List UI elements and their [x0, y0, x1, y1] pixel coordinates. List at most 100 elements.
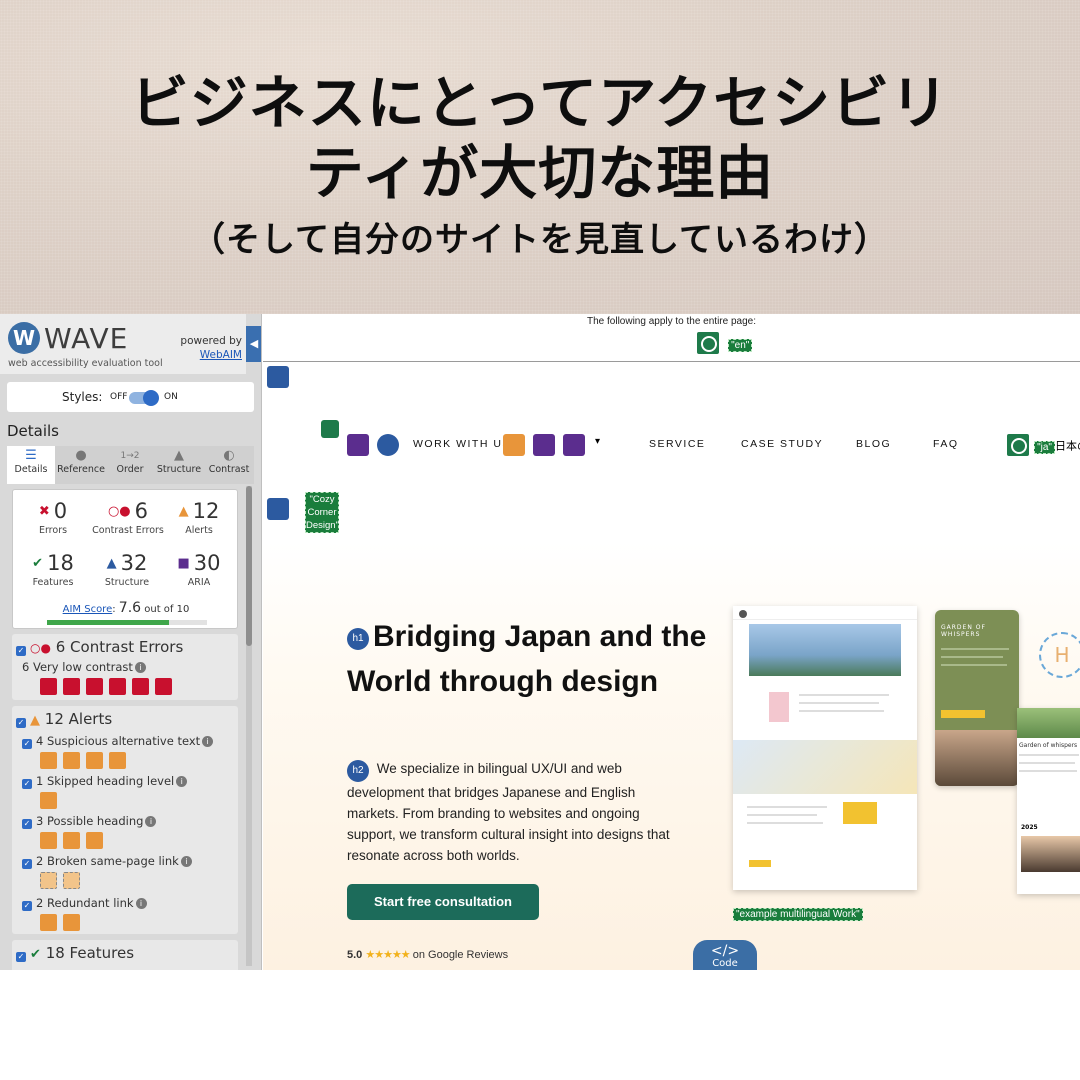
- language-globe-icon[interactable]: [697, 332, 719, 354]
- aria-popup-icon[interactable]: [563, 434, 585, 456]
- h1-tag-icon[interactable]: h1: [347, 628, 369, 650]
- sidebar-scroll-thumb[interactable]: [246, 486, 252, 646]
- logo-alt-label: "Cozy Corner Design": [305, 492, 339, 533]
- info-icon[interactable]: i: [176, 776, 188, 787]
- page-language: "en": [697, 332, 753, 354]
- contrast-error-item-icon[interactable]: [132, 678, 149, 695]
- contrast-error-icons: [40, 678, 178, 696]
- alert-icon: ▲: [178, 504, 189, 519]
- wave-logo-icon: W: [8, 322, 40, 354]
- contrast-error-item-icon[interactable]: [63, 678, 80, 695]
- broken-link-label[interactable]: 2 Broken same-page link: [36, 854, 179, 868]
- h2-tag-icon[interactable]: h2: [347, 760, 369, 782]
- alert-item-icon[interactable]: [63, 914, 80, 931]
- features-checkbox[interactable]: ✓: [16, 952, 26, 962]
- info-icon[interactable]: i: [145, 816, 157, 827]
- info-icon[interactable]: i: [180, 856, 192, 867]
- link-alert-icon[interactable]: [503, 434, 525, 456]
- alert-item-icon[interactable]: [40, 752, 57, 769]
- alert-item-icon[interactable]: [63, 832, 80, 849]
- stat-alerts[interactable]: ▲ 12 Alerts: [163, 498, 235, 536]
- wave-header: W WAVE web accessibility evaluation tool…: [0, 314, 246, 374]
- stat-aria[interactable]: ■ 30 ARIA: [163, 550, 235, 588]
- stat-structure[interactable]: ▲ 32 Structure: [91, 550, 163, 588]
- info-icon[interactable]: i: [202, 736, 214, 747]
- code-toggle-button[interactable]: </> Code: [693, 940, 757, 970]
- contrast-checkbox[interactable]: ✓: [16, 646, 26, 656]
- title-banner: ビジネスにとってアクセシビリ ティが大切な理由 （そして自分のサイトを見直してい…: [0, 0, 1080, 314]
- possible-heading-label[interactable]: 3 Possible heading: [36, 814, 143, 828]
- skipped-heading-label[interactable]: 1 Skipped heading level: [36, 774, 174, 788]
- sidebar-scrollbar[interactable]: [246, 486, 252, 966]
- structure-stat-icon: ▲: [106, 556, 117, 571]
- very-low-contrast-label[interactable]: 6 Very low contrast: [22, 660, 133, 674]
- nav-faq[interactable]: FAQ: [933, 438, 959, 450]
- alerts-checkbox[interactable]: ✓: [16, 718, 26, 728]
- website-preview: The following apply to the entire page: …: [263, 314, 1080, 970]
- alert-item-icon[interactable]: [40, 832, 57, 849]
- mock-garden-title: GARDEN OF WHISPERS: [941, 624, 986, 638]
- google-reviews[interactable]: 5.0 ★★★★★ on Google Reviews: [347, 948, 508, 961]
- nav-case-study[interactable]: CASE STUDY: [741, 438, 823, 450]
- alert-checkbox[interactable]: ✓: [22, 779, 32, 789]
- contrast-error-item-icon[interactable]: [155, 678, 172, 695]
- main-region-icon[interactable]: [267, 498, 289, 520]
- ja-language-label: "ja": [1034, 440, 1055, 454]
- contrast-error-item-icon[interactable]: [109, 678, 126, 695]
- feature-icon: ✔: [32, 556, 44, 571]
- stat-errors[interactable]: ✖ 0 Errors: [17, 498, 89, 536]
- nav-blog[interactable]: BLOG: [856, 438, 891, 450]
- alert-item-icon[interactable]: [63, 752, 80, 769]
- dropdown-caret-icon[interactable]: ▾: [595, 436, 600, 447]
- tab-reference[interactable]: ● Reference: [56, 446, 106, 484]
- aria-expanded-icon[interactable]: [533, 434, 555, 456]
- list-icon[interactable]: [377, 434, 399, 456]
- collapse-sidebar-button[interactable]: ◀: [246, 326, 261, 362]
- nav-service[interactable]: SERVICE: [649, 438, 705, 450]
- tab-contrast[interactable]: ◐ Contrast: [205, 446, 253, 484]
- alert-item-icon[interactable]: [40, 872, 57, 889]
- alert-checkbox[interactable]: ✓: [22, 739, 32, 749]
- alert-item-icon[interactable]: [40, 914, 57, 931]
- aim-score-link[interactable]: AIM Score: [63, 604, 113, 615]
- alert-item-icon[interactable]: [40, 792, 57, 809]
- tab-order[interactable]: 1→2 Order: [107, 446, 153, 484]
- alert-item-icon[interactable]: [109, 752, 126, 769]
- alert-item-icon[interactable]: [63, 872, 80, 889]
- alert-item-icon[interactable]: [86, 752, 103, 769]
- portfolio-mockup-2: GARDEN OF WHISPERS: [935, 610, 1019, 786]
- styles-label: Styles:: [62, 390, 103, 404]
- info-icon[interactable]: i: [134, 662, 146, 673]
- alert-checkbox[interactable]: ✓: [22, 859, 32, 869]
- redundant-link-label[interactable]: 2 Redundant link: [36, 896, 134, 910]
- error-icon: ✖: [38, 504, 50, 519]
- page-level-bar: The following apply to the entire page: …: [263, 314, 1080, 362]
- wave-sidebar: W WAVE web accessibility evaluation tool…: [0, 314, 262, 970]
- alert-checkbox[interactable]: ✓: [22, 901, 32, 911]
- contrast-error-item-icon[interactable]: [86, 678, 103, 695]
- styles-off-label: OFF: [110, 392, 128, 402]
- info-icon[interactable]: i: [135, 898, 147, 909]
- nav-work-with-us[interactable]: WORK WITH US: [413, 438, 511, 450]
- aria-icon[interactable]: [347, 434, 369, 456]
- alert-item-icon[interactable]: [86, 832, 103, 849]
- language-switch[interactable]: "ja"日本の: [1007, 434, 1080, 456]
- hero-paragraph: h2 We specialize in bilingual UX/UI and …: [347, 760, 670, 863]
- suspicious-alt-label[interactable]: 4 Suspicious alternative text: [36, 734, 200, 748]
- webaim-link[interactable]: WebAIM: [180, 348, 242, 362]
- alt-text-icon[interactable]: [321, 420, 339, 438]
- alert-icons-row: [40, 792, 63, 810]
- wave-name: WAVE: [44, 322, 129, 355]
- contrast-errors-panel: ✓ ○● 6 Contrast Errors 6 Very low contras…: [12, 634, 238, 700]
- stat-features[interactable]: ✔ 18 Features: [17, 550, 89, 588]
- header-region-icon[interactable]: [267, 366, 289, 388]
- stat-contrast-errors[interactable]: ○● 6 Contrast Errors: [87, 498, 169, 536]
- tab-structure[interactable]: ▲ Structure: [154, 446, 204, 484]
- contrast-error-item-icon[interactable]: [40, 678, 57, 695]
- alert-icon: ▲: [30, 713, 40, 728]
- alert-checkbox[interactable]: ✓: [22, 819, 32, 829]
- banner-subtitle: （そして自分のサイトを見直しているわけ）: [191, 220, 889, 260]
- start-consultation-button[interactable]: Start free consultation: [347, 884, 539, 920]
- tab-details[interactable]: ☰ Details: [7, 446, 55, 484]
- styles-toggle[interactable]: [129, 390, 159, 406]
